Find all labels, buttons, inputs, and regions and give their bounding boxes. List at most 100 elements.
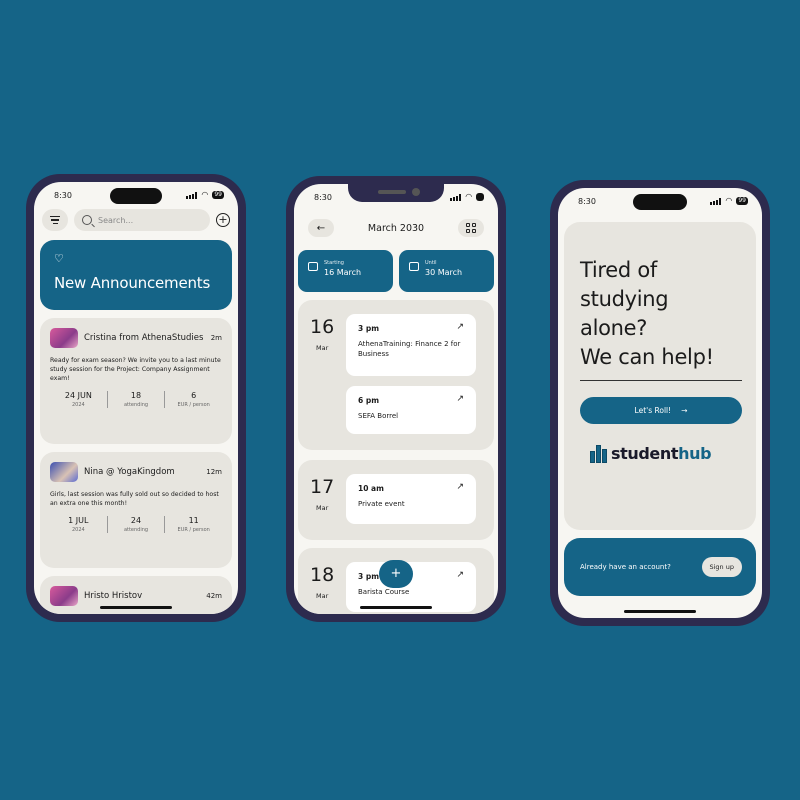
date-range: Starting 16 March Until 30 March bbox=[298, 250, 494, 292]
lets-roll-button[interactable]: Let's Roll! → bbox=[580, 397, 742, 424]
status-time: 8:30 bbox=[54, 190, 72, 200]
day-group: 17 Mar 10 am Private event ↗ bbox=[298, 460, 494, 540]
wifi-icon: ◠ bbox=[201, 190, 209, 199]
starting-label: Starting bbox=[324, 260, 344, 266]
starting-date-button[interactable]: Starting 16 March bbox=[298, 250, 393, 292]
screen: 8:30 ◠ ← March 2030 Starting 16 March Un… bbox=[294, 184, 498, 614]
divider bbox=[580, 380, 742, 381]
month-title: March 2030 bbox=[367, 222, 425, 234]
search-icon bbox=[82, 215, 92, 225]
search-input[interactable]: Search... bbox=[74, 209, 210, 231]
dynamic-island bbox=[110, 188, 162, 204]
building-icon bbox=[590, 444, 607, 463]
price-value: 11 bbox=[188, 516, 199, 525]
day-month: Mar bbox=[316, 504, 329, 512]
author-name: Hristo Hristov bbox=[84, 590, 143, 601]
signal-icon bbox=[710, 197, 722, 205]
account-question: Already have an account? bbox=[580, 563, 671, 571]
post-time: 2m bbox=[210, 334, 222, 342]
calendar-nav: ← March 2030 bbox=[308, 218, 484, 238]
event-time: 6 pm bbox=[358, 396, 380, 405]
attending-count: 18 bbox=[130, 391, 142, 400]
attending-label: attending bbox=[123, 527, 149, 533]
notch bbox=[348, 184, 444, 202]
headline-line: alone? bbox=[580, 316, 648, 340]
arrow-right-icon: → bbox=[681, 406, 688, 415]
event-card[interactable]: 3 pm AthenaTraining: Finance 2 for Busin… bbox=[346, 314, 476, 376]
day-number: 18 bbox=[310, 564, 335, 586]
logo-wordmark: studenthub bbox=[611, 444, 712, 463]
home-indicator bbox=[360, 606, 432, 609]
headline-line: We can help! bbox=[580, 345, 714, 369]
screen: 8:30 ◠ 99 Tired of studying alone? We ca… bbox=[558, 188, 762, 618]
event-date: 1 JUL bbox=[68, 516, 89, 525]
battery-icon: 99 bbox=[736, 197, 748, 205]
cta-label: Let's Roll! bbox=[634, 406, 672, 415]
announcement-card[interactable]: Nina @ YogaKingdom 12m Girls, last sessi… bbox=[40, 452, 232, 568]
announcement-text: Girls, last session was fully sold out s… bbox=[50, 491, 219, 507]
headline: Tired of studying alone? We can help! bbox=[580, 256, 714, 372]
event-card[interactable]: 6 pm SEFA Borrel ↗ bbox=[346, 386, 476, 434]
phone-welcome: 8:30 ◠ 99 Tired of studying alone? We ca… bbox=[550, 180, 770, 626]
author-name: Cristina from AthenaStudies bbox=[84, 332, 204, 343]
avatar bbox=[50, 462, 78, 482]
announcement-card[interactable]: Cristina from AthenaStudies 2m Ready for… bbox=[40, 318, 232, 444]
event-name: Private event bbox=[358, 500, 405, 508]
signal-icon bbox=[450, 193, 462, 201]
calendar-icon bbox=[409, 262, 419, 271]
price-value: 6 bbox=[191, 391, 197, 400]
starting-value: 16 March bbox=[324, 268, 362, 277]
account-panel: Already have an account? Sign up bbox=[564, 538, 756, 596]
attending-count: 24 bbox=[130, 516, 142, 525]
day-number: 17 bbox=[310, 476, 335, 498]
screen: 8:30 ◠ 99 Search... + ♡ New Announcement… bbox=[34, 182, 238, 614]
until-label: Until bbox=[425, 260, 437, 266]
phone-calendar: 8:30 ◠ ← March 2030 Starting 16 March Un… bbox=[286, 176, 506, 622]
status-time: 8:30 bbox=[578, 196, 596, 206]
status-time: 8:30 bbox=[314, 192, 332, 202]
phone-announcements: 8:30 ◠ 99 Search... + ♡ New Announcement… bbox=[26, 174, 246, 622]
event-year: 2024 bbox=[71, 527, 85, 533]
event-stats: 1 JUL 2024 24 attending 11 EUR / person bbox=[50, 516, 222, 533]
author-name: Nina @ YogaKingdom bbox=[84, 466, 175, 477]
headline-line: studying bbox=[580, 287, 669, 311]
event-name: SEFA Borrel bbox=[358, 412, 399, 420]
signal-icon bbox=[186, 191, 198, 199]
back-button[interactable]: ← bbox=[308, 219, 334, 237]
plus-icon: + bbox=[390, 566, 402, 581]
menu-icon bbox=[50, 216, 60, 218]
headline-line: Tired of bbox=[580, 258, 657, 282]
add-circle-icon[interactable]: + bbox=[216, 213, 230, 227]
battery-icon bbox=[476, 193, 484, 201]
until-date-button[interactable]: Until 30 March bbox=[399, 250, 494, 292]
banner-title: New Announcements bbox=[54, 274, 211, 292]
sign-up-button[interactable]: Sign up bbox=[701, 557, 742, 577]
avatar bbox=[50, 586, 78, 606]
announcement-text: Ready for exam season? We invite you to … bbox=[50, 357, 221, 382]
arrow-up-right-icon: ↗ bbox=[456, 322, 464, 332]
heart-icon[interactable]: ♡ bbox=[54, 252, 218, 266]
wifi-icon: ◠ bbox=[725, 196, 733, 205]
avatar bbox=[50, 328, 78, 348]
studenthub-logo: studenthub bbox=[590, 444, 712, 463]
post-time: 12m bbox=[206, 468, 222, 476]
until-value: 30 March bbox=[425, 268, 463, 277]
day-month: Mar bbox=[316, 344, 329, 352]
event-stats: 24 JUN 2024 18 attending 6 EUR / person bbox=[50, 391, 222, 408]
grid-view-button[interactable] bbox=[458, 219, 484, 237]
event-date: 24 JUN bbox=[64, 391, 92, 400]
add-event-button[interactable]: + bbox=[379, 560, 413, 588]
home-indicator bbox=[100, 606, 172, 609]
arrow-up-right-icon: ↗ bbox=[456, 570, 464, 580]
logo-part-hub: hub bbox=[678, 444, 712, 463]
event-time: 3 pm bbox=[358, 324, 380, 333]
event-time: 10 am bbox=[358, 484, 384, 493]
event-year: 2024 bbox=[71, 402, 85, 408]
price-unit: EUR / person bbox=[177, 402, 210, 408]
calendar-icon bbox=[308, 262, 318, 271]
grid-icon bbox=[466, 223, 476, 233]
menu-button[interactable] bbox=[42, 209, 68, 231]
event-card[interactable]: 10 am Private event ↗ bbox=[346, 474, 476, 524]
logo-part-student: student bbox=[611, 444, 679, 463]
top-bar: Search... + bbox=[42, 208, 230, 232]
